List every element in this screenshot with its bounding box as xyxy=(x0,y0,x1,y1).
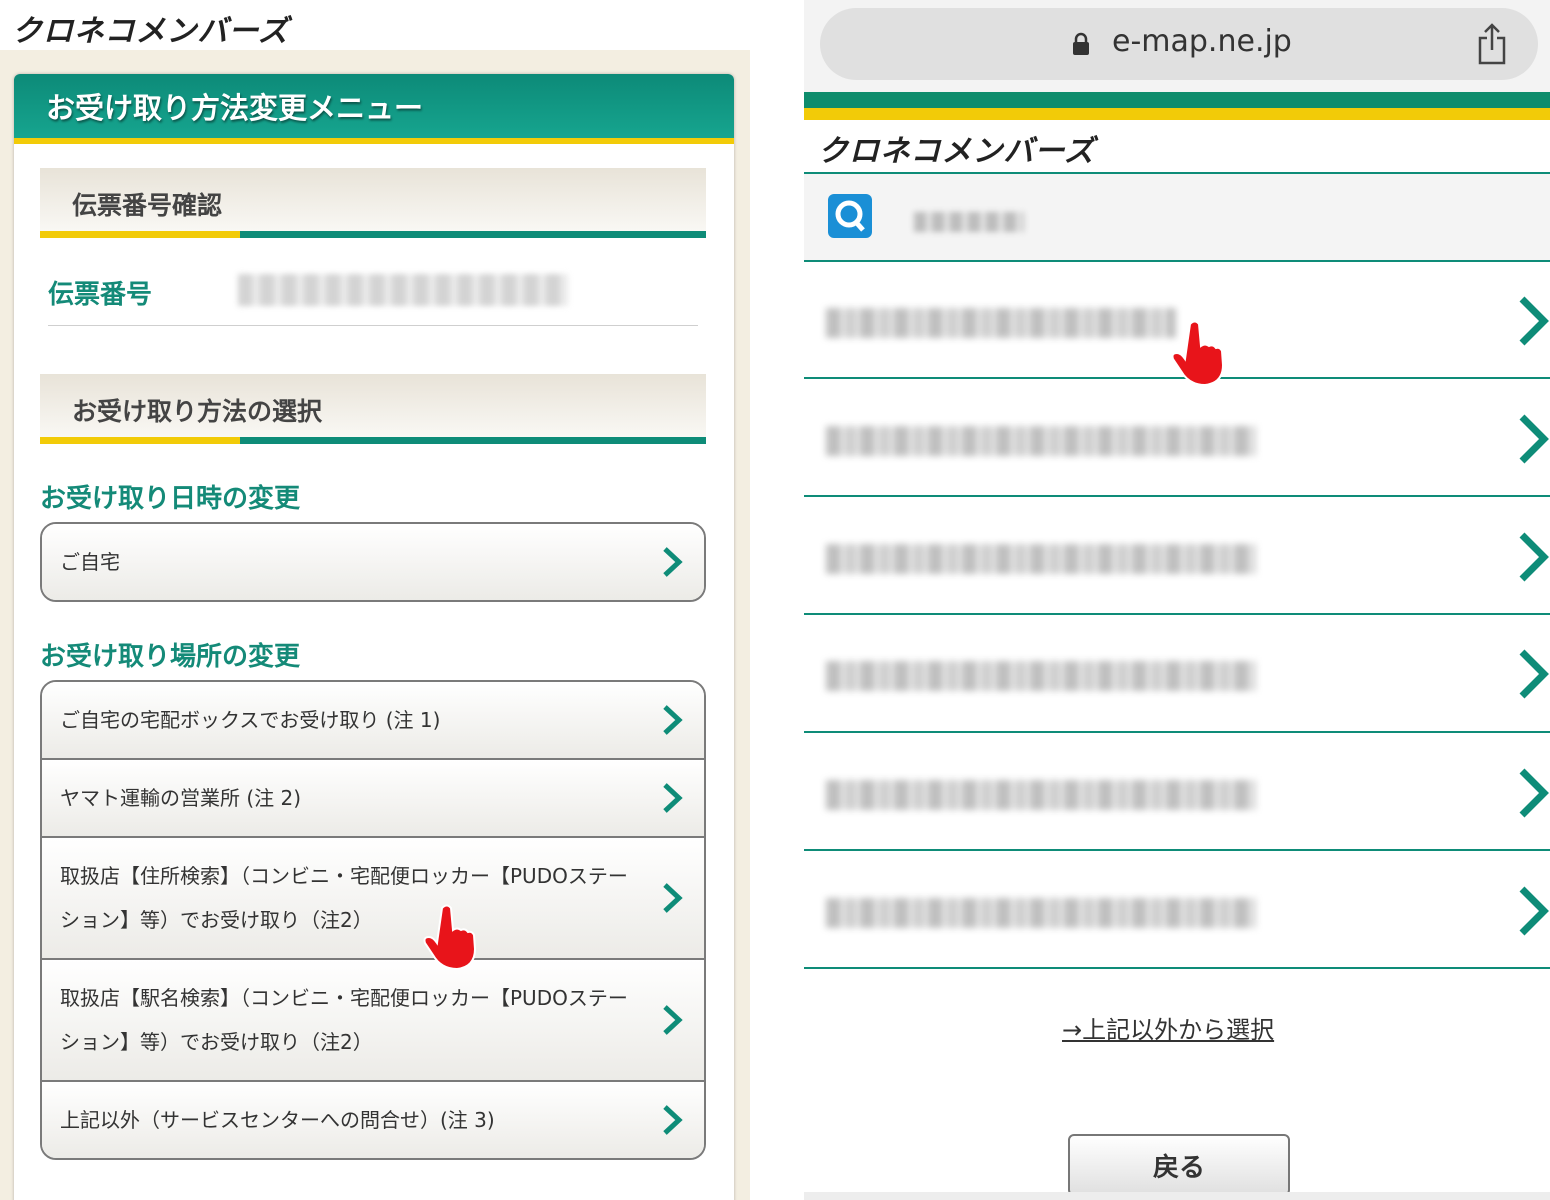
chevron-right-icon xyxy=(1519,649,1549,699)
section-slip-title: 伝票番号確認 xyxy=(72,191,223,220)
kuroneko-members-logo: クロネコメンバーズ xyxy=(818,134,1095,169)
chevron-right-icon xyxy=(1519,768,1549,818)
store-name-redacted xyxy=(826,308,1176,338)
store-list-item[interactable] xyxy=(804,380,1550,496)
chevron-right-icon xyxy=(663,547,683,577)
chevron-right-icon xyxy=(663,883,683,913)
search-row[interactable] xyxy=(804,174,1550,260)
url-text: e-map.ne.jp xyxy=(1112,24,1292,59)
option-label: 上記以外（サービスセンターへの問合せ）(注 3) xyxy=(60,1108,495,1132)
chevron-right-icon xyxy=(1519,532,1549,582)
left-screen: クロネコメンバーズ お受け取り方法変更メニュー 伝票番号確認 伝票番号 お受け取… xyxy=(0,0,750,1200)
option-label: ヤマト運輸の営業所 (注 2) xyxy=(60,786,302,810)
section-underline xyxy=(40,437,706,444)
divider xyxy=(804,967,1550,969)
option-yamato-office[interactable]: ヤマト運輸の営業所 (注 2) xyxy=(42,760,704,838)
browser-chrome: e-map.ne.jp xyxy=(804,0,1550,92)
store-list-item[interactable] xyxy=(804,852,1550,968)
address-bar[interactable]: e-map.ne.jp xyxy=(820,8,1538,80)
option-store-address-search[interactable]: 取扱店【住所検索】（コンビニ・宅配便ロッカー【PUDOステーション】等）でお受け… xyxy=(42,838,704,960)
pointing-hand-icon xyxy=(1171,320,1225,387)
menu-title: お受け取り方法変更メニュー xyxy=(46,91,424,125)
option-label: 取扱店【駅名検索】（コンビニ・宅配便ロッカー【PUDOステーション】等）でお受け… xyxy=(60,986,628,1054)
chevron-right-icon xyxy=(663,1005,683,1035)
kuroneko-members-logo: クロネコメンバーズ xyxy=(12,14,289,49)
chevron-right-icon xyxy=(663,705,683,735)
chevron-right-icon xyxy=(1519,414,1549,464)
search-icon xyxy=(828,194,872,238)
brand-stripe-yellow xyxy=(804,108,1550,120)
search-keyword-redacted xyxy=(914,212,1024,232)
divider xyxy=(804,495,1550,497)
option-label: ご自宅の宅配ボックスでお受け取り (注 1) xyxy=(60,708,441,732)
section-method-title: お受け取り方法の選択 xyxy=(72,397,323,426)
option-label: 取扱店【住所検索】（コンビニ・宅配便ロッカー【PUDOステーション】等）でお受け… xyxy=(60,864,628,932)
option-label: ご自宅 xyxy=(60,550,120,574)
right-screen: e-map.ne.jp クロネコメンバーズ →上記以外から選択 戻る xyxy=(804,0,1550,1200)
share-icon[interactable] xyxy=(1475,22,1509,66)
divider xyxy=(804,731,1550,733)
store-list-item[interactable] xyxy=(804,734,1550,850)
brand-stripe-green xyxy=(804,92,1550,108)
receipt-method-menu-card: お受け取り方法変更メニュー 伝票番号確認 伝票番号 お受け取り方法の選択 お受け… xyxy=(14,74,734,1200)
chevron-right-icon xyxy=(663,1105,683,1135)
back-button[interactable]: 戻る xyxy=(1068,1134,1290,1196)
option-home-delivery-box[interactable]: ご自宅の宅配ボックスでお受け取り (注 1) xyxy=(42,682,704,760)
store-list-item[interactable] xyxy=(804,498,1550,614)
place-options: ご自宅の宅配ボックスでお受け取り (注 1) ヤマト運輸の営業所 (注 2) 取… xyxy=(40,680,706,1160)
pointing-hand-icon xyxy=(423,904,477,971)
select-other-link[interactable]: →上記以外から選択 xyxy=(1062,1010,1274,1045)
option-home[interactable]: ご自宅 xyxy=(42,524,704,600)
slip-number-label: 伝票番号 xyxy=(48,280,153,310)
slip-number-value-redacted xyxy=(238,274,568,306)
store-name-redacted xyxy=(826,544,1256,574)
slip-number-row: 伝票番号 xyxy=(48,270,698,326)
option-service-center[interactable]: 上記以外（サービスセンターへの問合せ）(注 3) xyxy=(42,1082,704,1158)
section-method-select: お受け取り方法の選択 xyxy=(40,374,706,444)
datetime-change-title: お受け取り日時の変更 xyxy=(40,484,301,514)
chevron-right-icon xyxy=(1519,886,1549,936)
lock-icon xyxy=(1073,32,1089,55)
section-slip-confirm: 伝票番号確認 xyxy=(40,168,706,238)
store-list-item[interactable] xyxy=(804,615,1550,731)
bottom-bar xyxy=(804,1192,1550,1200)
chevron-right-icon xyxy=(663,783,683,813)
place-change-title: お受け取り場所の変更 xyxy=(40,642,301,672)
store-name-redacted xyxy=(826,898,1256,928)
option-store-station-search[interactable]: 取扱店【駅名検索】（コンビニ・宅配便ロッカー【PUDOステーション】等）でお受け… xyxy=(42,960,704,1082)
store-name-redacted xyxy=(826,780,1256,810)
divider xyxy=(804,849,1550,851)
store-name-redacted xyxy=(826,426,1256,456)
store-name-redacted xyxy=(826,661,1256,691)
menu-header: お受け取り方法変更メニュー xyxy=(14,74,734,144)
datetime-options: ご自宅 xyxy=(40,522,706,602)
section-underline xyxy=(40,231,706,238)
chevron-right-icon xyxy=(1519,296,1549,346)
